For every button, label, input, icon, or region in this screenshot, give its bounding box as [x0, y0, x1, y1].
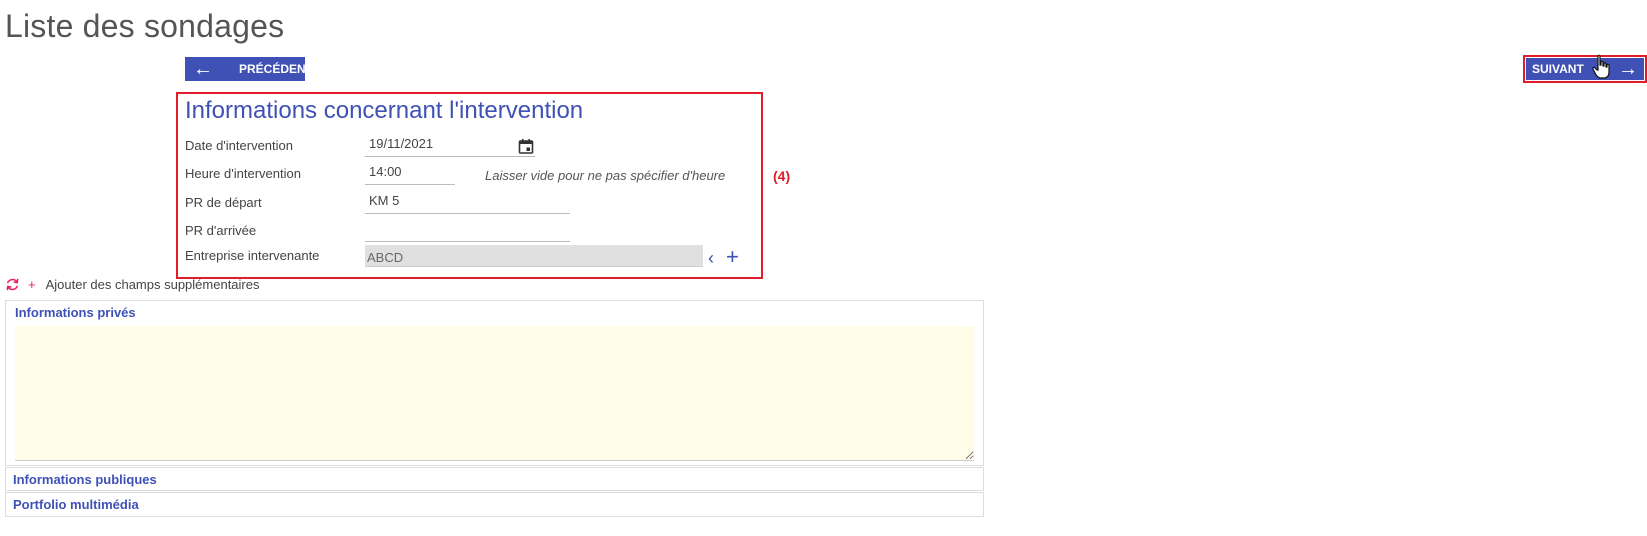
previous-button-label: PRÉCÉDENT: [239, 62, 314, 76]
next-button-highlight: SUIVANT →: [1523, 55, 1647, 83]
chevron-left-icon[interactable]: ‹: [708, 249, 714, 267]
pr-arrivee-field[interactable]: [365, 220, 570, 242]
add-extra-fields[interactable]: + Ajouter des champs supplémentaires: [5, 277, 259, 292]
portfolio-title[interactable]: Portfolio multimédia: [13, 497, 139, 512]
previous-button[interactable]: ← PRÉCÉDENT: [185, 57, 313, 81]
section-title: Informations concernant l'intervention: [185, 97, 584, 124]
field-label-entreprise: Entreprise intervenante: [185, 248, 320, 263]
private-info-title[interactable]: Informations privés: [15, 305, 136, 320]
hand-cursor-icon: [1592, 54, 1610, 79]
public-info-title[interactable]: Informations publiques: [13, 472, 157, 487]
extra-plus-icon: +: [28, 277, 36, 292]
pr-depart-field[interactable]: [365, 192, 570, 214]
portfolio-panel[interactable]: Portfolio multimédia: [5, 492, 984, 517]
step-marker: (4): [773, 168, 791, 184]
time-field[interactable]: [365, 163, 455, 185]
field-label-time: Heure d'intervention: [185, 166, 301, 181]
calendar-icon[interactable]: [518, 138, 534, 154]
field-label-date: Date d'intervention: [185, 138, 293, 153]
arrow-left-icon: ←: [193, 58, 213, 80]
entreprise-field[interactable]: [365, 245, 703, 267]
arrow-right-icon: →: [1618, 58, 1638, 80]
date-field[interactable]: [365, 135, 535, 157]
next-button[interactable]: SUIVANT →: [1526, 58, 1644, 80]
add-icon[interactable]: +: [726, 246, 739, 268]
page-title: Liste des sondages: [5, 8, 285, 44]
time-hint: Laisser vide pour ne pas spécifier d'heu…: [485, 168, 726, 183]
field-label-pr-arrivee: PR d'arrivée: [185, 223, 257, 238]
private-info-textarea[interactable]: [15, 326, 974, 461]
private-info-panel: Informations privés: [5, 300, 984, 466]
add-extra-fields-label: Ajouter des champs supplémentaires: [45, 277, 260, 292]
public-info-panel[interactable]: Informations publiques: [5, 467, 984, 491]
refresh-icon: [6, 278, 19, 291]
next-button-label: SUIVANT: [1532, 62, 1584, 76]
field-label-pr-depart: PR de départ: [185, 195, 262, 210]
